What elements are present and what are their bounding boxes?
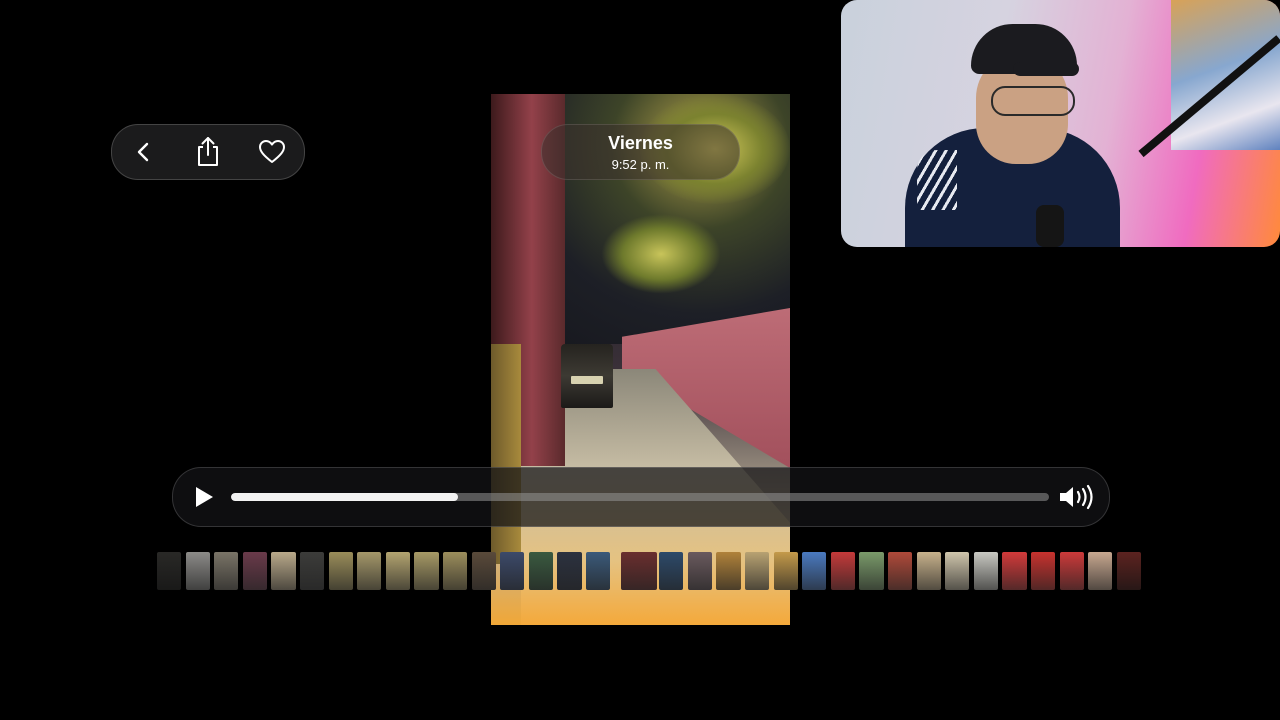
photo-curtain-low — [491, 344, 521, 564]
thumbnail-item[interactable] — [859, 552, 884, 590]
thumbnail-item[interactable] — [385, 552, 410, 590]
thumbnail-item[interactable] — [214, 552, 239, 590]
thumbnail-item[interactable] — [687, 552, 712, 590]
playback-bar — [172, 467, 1110, 527]
thumbnail-item[interactable] — [586, 552, 611, 590]
thumbnail-item[interactable] — [271, 552, 296, 590]
thumbnail-item[interactable] — [528, 552, 553, 590]
thumbnail-item[interactable] — [157, 552, 182, 590]
favorite-button[interactable] — [252, 132, 292, 172]
thumbnail-item[interactable] — [888, 552, 913, 590]
webcam-shirt-stripes — [917, 150, 957, 210]
webcam-poster — [1171, 0, 1280, 150]
thumbnail-item[interactable] — [1088, 552, 1113, 590]
webcam-microphone — [1036, 205, 1064, 247]
thumbnail-item[interactable] — [1059, 552, 1084, 590]
thumbnail-item[interactable] — [300, 552, 325, 590]
thumbnail-item[interactable] — [357, 552, 382, 590]
webcam-glasses — [991, 86, 1075, 116]
thumbnail-item[interactable] — [1002, 552, 1027, 590]
heart-icon — [259, 140, 285, 163]
thumbnail-item[interactable] — [1031, 552, 1056, 590]
speaker-icon — [1060, 484, 1093, 510]
photo-viewer: Viernes 9:52 p. m. — [0, 0, 1280, 720]
thumbnail-item[interactable] — [185, 552, 210, 590]
webcam-cap-brim — [1013, 62, 1079, 76]
thumbnail-item[interactable] — [830, 552, 855, 590]
thumbnail-item[interactable] — [973, 552, 998, 590]
thumbnail-item[interactable] — [745, 552, 770, 590]
volume-button[interactable] — [1057, 482, 1097, 512]
thumbnail-strip — [157, 552, 1141, 590]
chevron-left-icon — [137, 142, 149, 162]
thumbnail-item[interactable] — [802, 552, 827, 590]
thumbnail-item[interactable] — [443, 552, 468, 590]
thumbnail-item[interactable] — [659, 552, 684, 590]
webcam-overlay — [841, 0, 1280, 247]
thumbnail-item[interactable] — [414, 552, 439, 590]
thumbnail-item[interactable] — [557, 552, 582, 590]
photo-day: Viernes — [608, 133, 673, 153]
date-time-pill: Viernes 9:52 p. m. — [541, 124, 740, 180]
thumbnail-item[interactable] — [1116, 552, 1141, 590]
photo-mototaxi-plate — [571, 376, 603, 384]
share-icon — [198, 137, 218, 166]
thumbnail-item[interactable] — [916, 552, 941, 590]
thumbnail-item[interactable] — [242, 552, 267, 590]
thumbnail-item[interactable] — [773, 552, 798, 590]
play-button[interactable] — [189, 482, 219, 512]
thumbnail-item[interactable] — [620, 552, 657, 590]
thumbnail-item[interactable] — [945, 552, 970, 590]
thumbnail-item[interactable] — [500, 552, 525, 590]
thumbnail-item[interactable] — [328, 552, 353, 590]
thumbnail-item[interactable] — [471, 552, 496, 590]
back-button[interactable] — [124, 132, 164, 172]
play-icon — [196, 487, 213, 507]
photo-palm — [601, 214, 721, 294]
thumbnail-item[interactable] — [716, 552, 741, 590]
share-button[interactable] — [188, 132, 228, 172]
playback-progress — [231, 493, 458, 501]
photo-toolbar — [111, 124, 305, 180]
photo-time: 9:52 p. m. — [611, 157, 670, 172]
playback-scrubber[interactable] — [231, 493, 1049, 501]
